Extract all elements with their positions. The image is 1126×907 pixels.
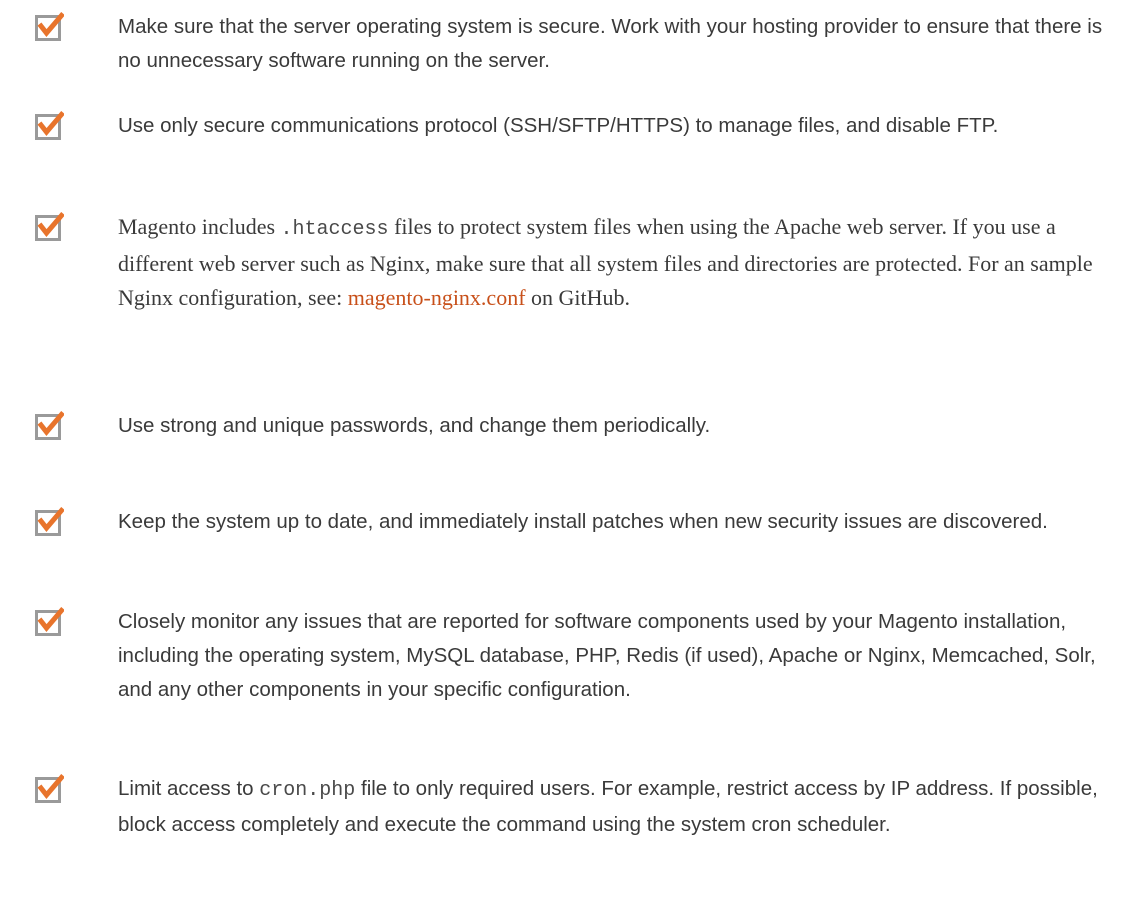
checked-box-icon — [35, 774, 64, 803]
checked-box-icon — [35, 411, 64, 440]
item-text: Closely monitor any issues that are repo… — [118, 610, 1096, 701]
item-text-part: Limit access to — [118, 777, 260, 800]
item-text: Magento includes .htaccess files to prot… — [118, 210, 1116, 315]
item-text: Use only secure communications protocol … — [118, 114, 999, 137]
checked-box-icon — [35, 111, 64, 140]
inline-code: .htaccess — [280, 218, 389, 241]
item-text: Limit access to cron.php file to only re… — [118, 772, 1116, 842]
item-text: Use strong and unique passwords, and cha… — [118, 414, 711, 437]
nginx-config-link[interactable]: magento-nginx.conf — [348, 285, 526, 310]
item-text: Make sure that the server operating syst… — [118, 15, 1103, 72]
checked-box-icon — [35, 12, 64, 41]
item-text-part: on GitHub. — [525, 285, 631, 310]
inline-code: cron.php — [259, 779, 356, 802]
security-checklist: Make sure that the server operating syst… — [0, 0, 1126, 907]
item-text-part: Magento includes — [118, 214, 281, 239]
checked-box-icon — [35, 212, 64, 241]
item-text: Keep the system up to date, and immediat… — [118, 510, 1048, 533]
checked-box-icon — [35, 507, 64, 536]
checked-box-icon — [35, 607, 64, 636]
